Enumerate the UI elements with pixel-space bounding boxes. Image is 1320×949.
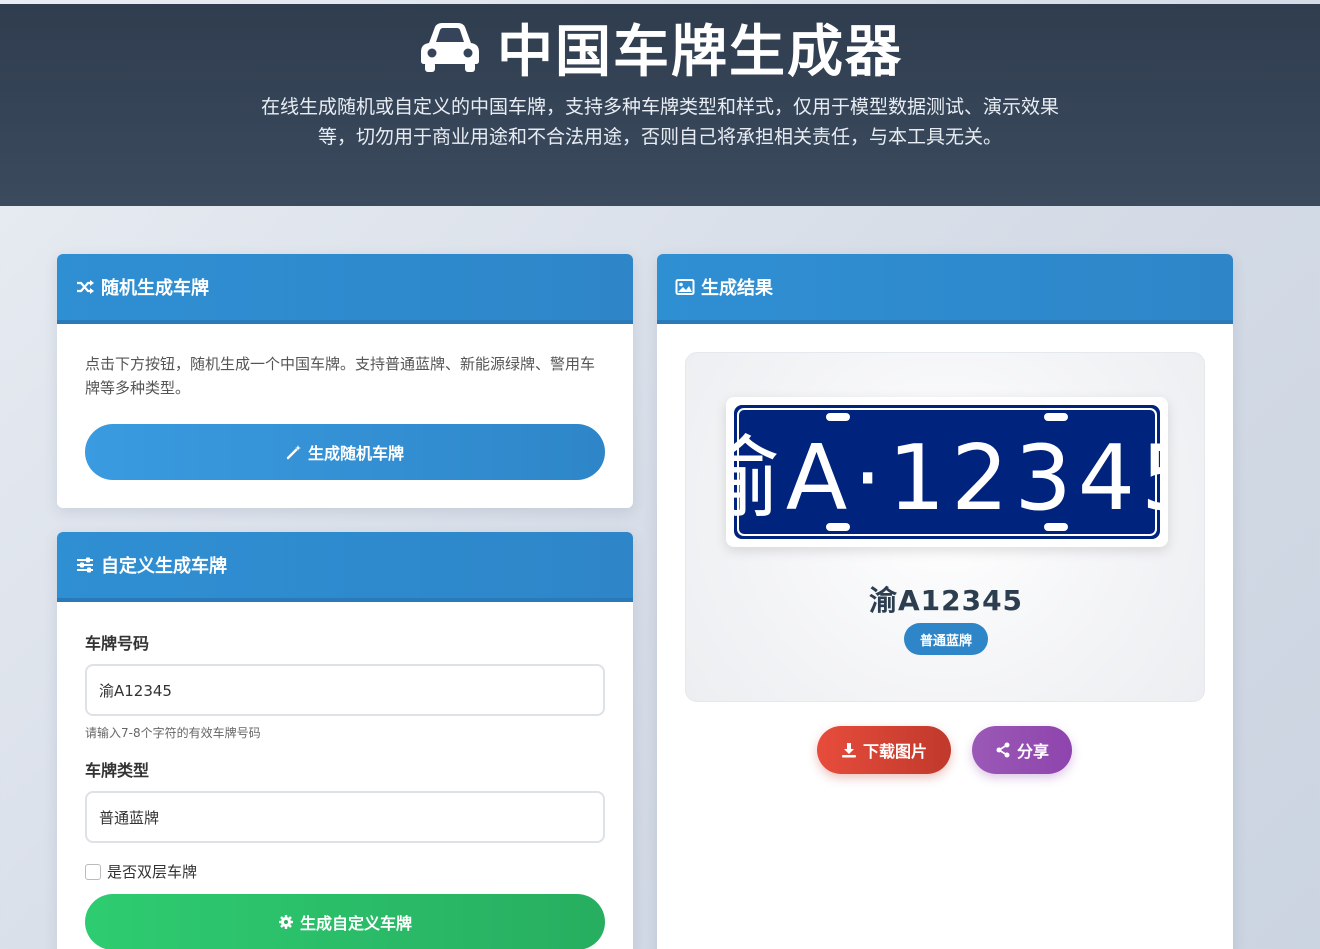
page-header: 中国车牌生成器 在线生成随机或自定义的中国车牌，支持多种车牌类型和样式，仅用于模… (0, 4, 1320, 206)
page-description: 在线生成随机或自定义的中国车牌，支持多种车牌类型和样式，仅用于模型数据测试、演示… (260, 96, 1059, 148)
car-icon (421, 23, 479, 72)
custom-form: 车牌号码 渝A12345 请输入7-8个字符的有效车牌号码 车牌类型 普通蓝牌 … (57, 602, 633, 882)
plate-image: 渝A·12345 (690, 397, 1198, 547)
plate-type-select[interactable]: 普通蓝牌 (85, 791, 605, 843)
plate-type-label: 车牌类型 (85, 761, 150, 780)
plate-number-display: 渝A12345 (868, 584, 1024, 617)
plate-graphic: 渝A·12345 (690, 405, 1198, 539)
plate-number-label: 车牌号码 (85, 634, 150, 653)
generate-custom-button[interactable]: 生成自定义车牌 (85, 894, 605, 949)
plate-type-value: 普通蓝牌 (99, 808, 160, 827)
share-label: 分享 (1016, 742, 1049, 761)
custom-plate-card: 自定义生成车牌 车牌号码 渝A12345 请输入7-8个字符的有效车牌号码 车牌… (57, 532, 633, 949)
result-card: 生成结果 渝A·12345 渝A12345 普通蓝牌 下载图片 (657, 254, 1233, 949)
result-card-title: 生成结果 (701, 278, 773, 299)
plate-number-value: 渝A12345 (99, 681, 172, 700)
generate-random-label: 生成随机车牌 (307, 444, 404, 463)
custom-card-header: 自定义生成车牌 (57, 532, 633, 602)
download-button[interactable]: 下载图片 (817, 726, 951, 774)
double-layer-row: 是否双层车牌 (85, 861, 605, 882)
share-icon (996, 742, 1010, 758)
random-card-description: 点击下方按钮，随机生成一个中国车牌。支持普通蓝牌、新能源绿牌、警用车牌等多种类型… (85, 355, 596, 397)
double-layer-checkbox[interactable] (85, 863, 101, 880)
random-card-title: 随机生成车牌 (101, 278, 209, 299)
generate-custom-label: 生成自定义车牌 (299, 914, 412, 933)
random-plate-card: 随机生成车牌 点击下方按钮，随机生成一个中国车牌。支持普通蓝牌、新能源绿牌、警用… (57, 254, 633, 508)
page-title: 中国车牌生成器 (497, 19, 903, 85)
double-layer-label[interactable]: 是否双层车牌 (107, 861, 197, 882)
title-row: 中国车牌生成器 (0, 12, 1320, 85)
download-label: 下载图片 (862, 742, 927, 761)
custom-card-title: 自定义生成车牌 (101, 556, 227, 577)
share-button[interactable]: 分享 (972, 726, 1072, 774)
plate-number-hint: 请输入7-8个字符的有效车牌号码 (85, 726, 261, 740)
download-icon (841, 743, 856, 758)
result-card-header: 生成结果 (657, 254, 1233, 324)
plate-image-text: 渝A·12345 (726, 426, 1168, 531)
plate-number-input[interactable]: 渝A12345 (85, 664, 605, 716)
plate-preview: 渝A·12345 渝A12345 普通蓝牌 (685, 352, 1205, 702)
plate-type-badge: 普通蓝牌 (904, 623, 988, 655)
gear-icon (278, 915, 293, 929)
sliders-icon (77, 557, 93, 573)
shuffle-icon (77, 280, 94, 294)
generate-random-button[interactable]: 生成随机车牌 (85, 424, 605, 480)
random-card-header: 随机生成车牌 (57, 254, 633, 324)
image-icon (675, 279, 695, 295)
magic-wand-icon (286, 445, 301, 460)
